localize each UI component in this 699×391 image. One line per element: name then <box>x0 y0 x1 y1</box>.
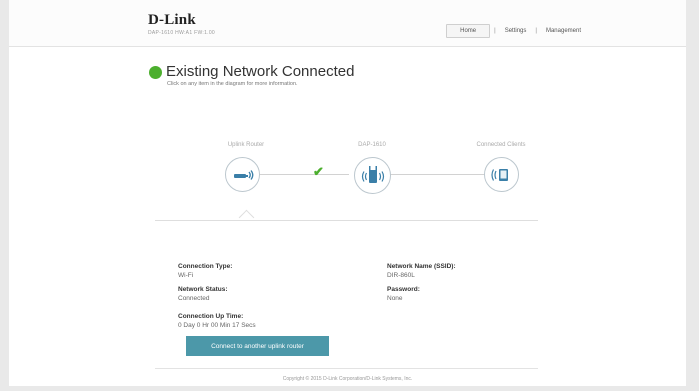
connection-type-value: Wi-Fi <box>178 272 194 279</box>
nav-separator: | <box>494 28 496 34</box>
network-diagram: Uplink Router DAP-1610 Connected Clients… <box>9 137 686 227</box>
connection-uptime: Connection Up Time: 0 Day 0 Hr 00 Min 17… <box>178 313 256 329</box>
uptime-label: Connection Up Time: <box>178 313 244 320</box>
connected-clients-node[interactable] <box>484 157 519 192</box>
clients-icon <box>490 168 508 181</box>
footer-divider <box>155 368 538 369</box>
network-status: Network Status: Connected <box>178 286 227 302</box>
uptime-value: 0 Day 0 Hr 00 Min 17 Secs <box>178 322 256 329</box>
bottom-frame <box>0 386 699 391</box>
dlink-logo: D-Link <box>148 12 196 28</box>
check-icon: ✔ <box>313 164 324 179</box>
tab-settings[interactable]: Settings <box>500 28 532 34</box>
device-label: DAP-1610 <box>358 142 386 148</box>
right-frame <box>686 0 699 391</box>
status-indicator-icon <box>149 65 162 79</box>
extender-icon <box>361 165 384 183</box>
network-password: Password: None <box>387 286 420 302</box>
uplink-router-label: Uplink Router <box>227 142 265 148</box>
tab-management[interactable]: Management <box>541 28 586 34</box>
ssid-value: DIR-860L <box>387 272 415 279</box>
network-status-label: Network Status: <box>178 286 228 293</box>
status-subtitle: Click on any item in the diagram for mor… <box>167 81 298 87</box>
connect-another-router-button[interactable]: Connect to another uplink router <box>186 336 329 356</box>
status-title: Existing Network Connected <box>166 63 355 80</box>
device-node[interactable] <box>354 157 391 194</box>
password-label: Password: <box>387 286 420 293</box>
brand: D-Link DAP-1610 HW:A1 FW:1.00 <box>148 12 215 37</box>
tab-home[interactable]: Home <box>446 24 491 38</box>
network-status-value: Connected <box>178 295 210 302</box>
router-icon <box>233 169 253 180</box>
header: D-Link DAP-1610 HW:A1 FW:1.00 Home | Set… <box>9 0 686 47</box>
model-info: DAP-1610 HW:A1 FW:1.00 <box>148 30 215 36</box>
main-nav: Home | Settings | Management <box>446 24 586 38</box>
divider <box>155 220 538 221</box>
network-ssid: Network Name (SSID): DIR-860L <box>387 263 456 279</box>
connection-type-label: Connection Type: <box>178 263 233 270</box>
connection-type: Connection Type: Wi-Fi <box>178 263 232 279</box>
ssid-label: Network Name (SSID): <box>387 263 456 270</box>
password-value: None <box>387 295 403 302</box>
uplink-router-node[interactable] <box>225 157 260 192</box>
status-heading: Existing Network Connected Click on any … <box>149 64 354 87</box>
left-frame <box>0 0 9 391</box>
page: D-Link DAP-1610 HW:A1 FW:1.00 Home | Set… <box>9 0 686 391</box>
copyright-text: Copyright © 2015 D-Link Corporation/D-Li… <box>282 376 413 382</box>
connected-clients-label: Connected Clients <box>476 142 526 148</box>
nav-separator: | <box>535 28 537 34</box>
